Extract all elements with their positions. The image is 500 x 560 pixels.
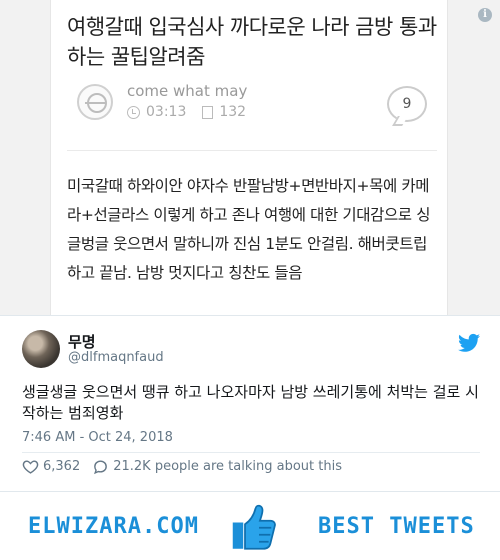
post-meta: come what may 03:13 132 <box>67 82 437 134</box>
clock-icon <box>127 105 140 119</box>
post-time: 03:13 <box>146 104 187 120</box>
like-count: 6,362 <box>43 459 81 474</box>
post-card: 여행갈때 입국심사 까다로운 나라 금방 통과하는 꿀팁알려줌 come wha… <box>50 0 448 315</box>
talking-text: 21.2K people are talking about this <box>113 459 342 474</box>
post-title: 여행갈때 입국심사 까다로운 나라 금방 통과하는 꿀팁알려줌 <box>67 15 437 69</box>
tweet-actions: 6,362 21.2K people are talking about thi… <box>22 458 354 475</box>
author-avatar-icon <box>77 84 113 120</box>
brand-tagline: BEST TWEETS <box>318 514 475 539</box>
post-body: 미국갈때 하와이안 야자수 반팔남방+면반바지+목에 카메라+선글라스 이렇게 … <box>67 177 431 282</box>
thumbs-up-icon <box>232 504 276 550</box>
speech-bubble-icon <box>94 460 108 475</box>
info-icon[interactable]: i <box>478 8 492 22</box>
display-name[interactable]: 무명 <box>68 331 96 352</box>
post-stats: 03:13 132 <box>127 104 246 120</box>
avatar[interactable] <box>22 330 60 368</box>
watermark-banner: ELWIZARA.COM BEST TWEETS <box>0 491 500 560</box>
comment-count: 9 <box>402 96 412 112</box>
divider <box>22 452 480 453</box>
brand-site-name: ELWIZARA.COM <box>28 514 199 539</box>
tweet-timestamp[interactable]: 7:46 AM - Oct 24, 2018 <box>22 430 173 445</box>
talking-link[interactable]: 21.2K people are talking about this <box>92 458 342 475</box>
tweet-card: 무명 @dlfmaqnfaud 생글생글 웃으면서 땡큐 하고 나오자마자 남방… <box>0 315 500 491</box>
post-author: come what may <box>127 82 248 100</box>
divider <box>67 150 437 151</box>
post-views: 132 <box>219 104 247 120</box>
user-handle[interactable]: @dlfmaqnfaud <box>68 350 164 365</box>
document-icon <box>202 105 214 119</box>
heart-icon <box>22 460 39 474</box>
tweet-text: 생글생글 웃으면서 땡큐 하고 나오자마자 남방 쓰레기통에 처박는 걸로 시작… <box>22 383 479 422</box>
comment-bubble-icon: 9 <box>387 86 427 122</box>
like-button[interactable]: 6,362 <box>22 458 80 475</box>
twitter-bird-icon[interactable] <box>458 333 480 353</box>
embedded-screenshot: 여행갈때 입국심사 까다로운 나라 금방 통과하는 꿀팁알려줌 come wha… <box>0 0 500 315</box>
